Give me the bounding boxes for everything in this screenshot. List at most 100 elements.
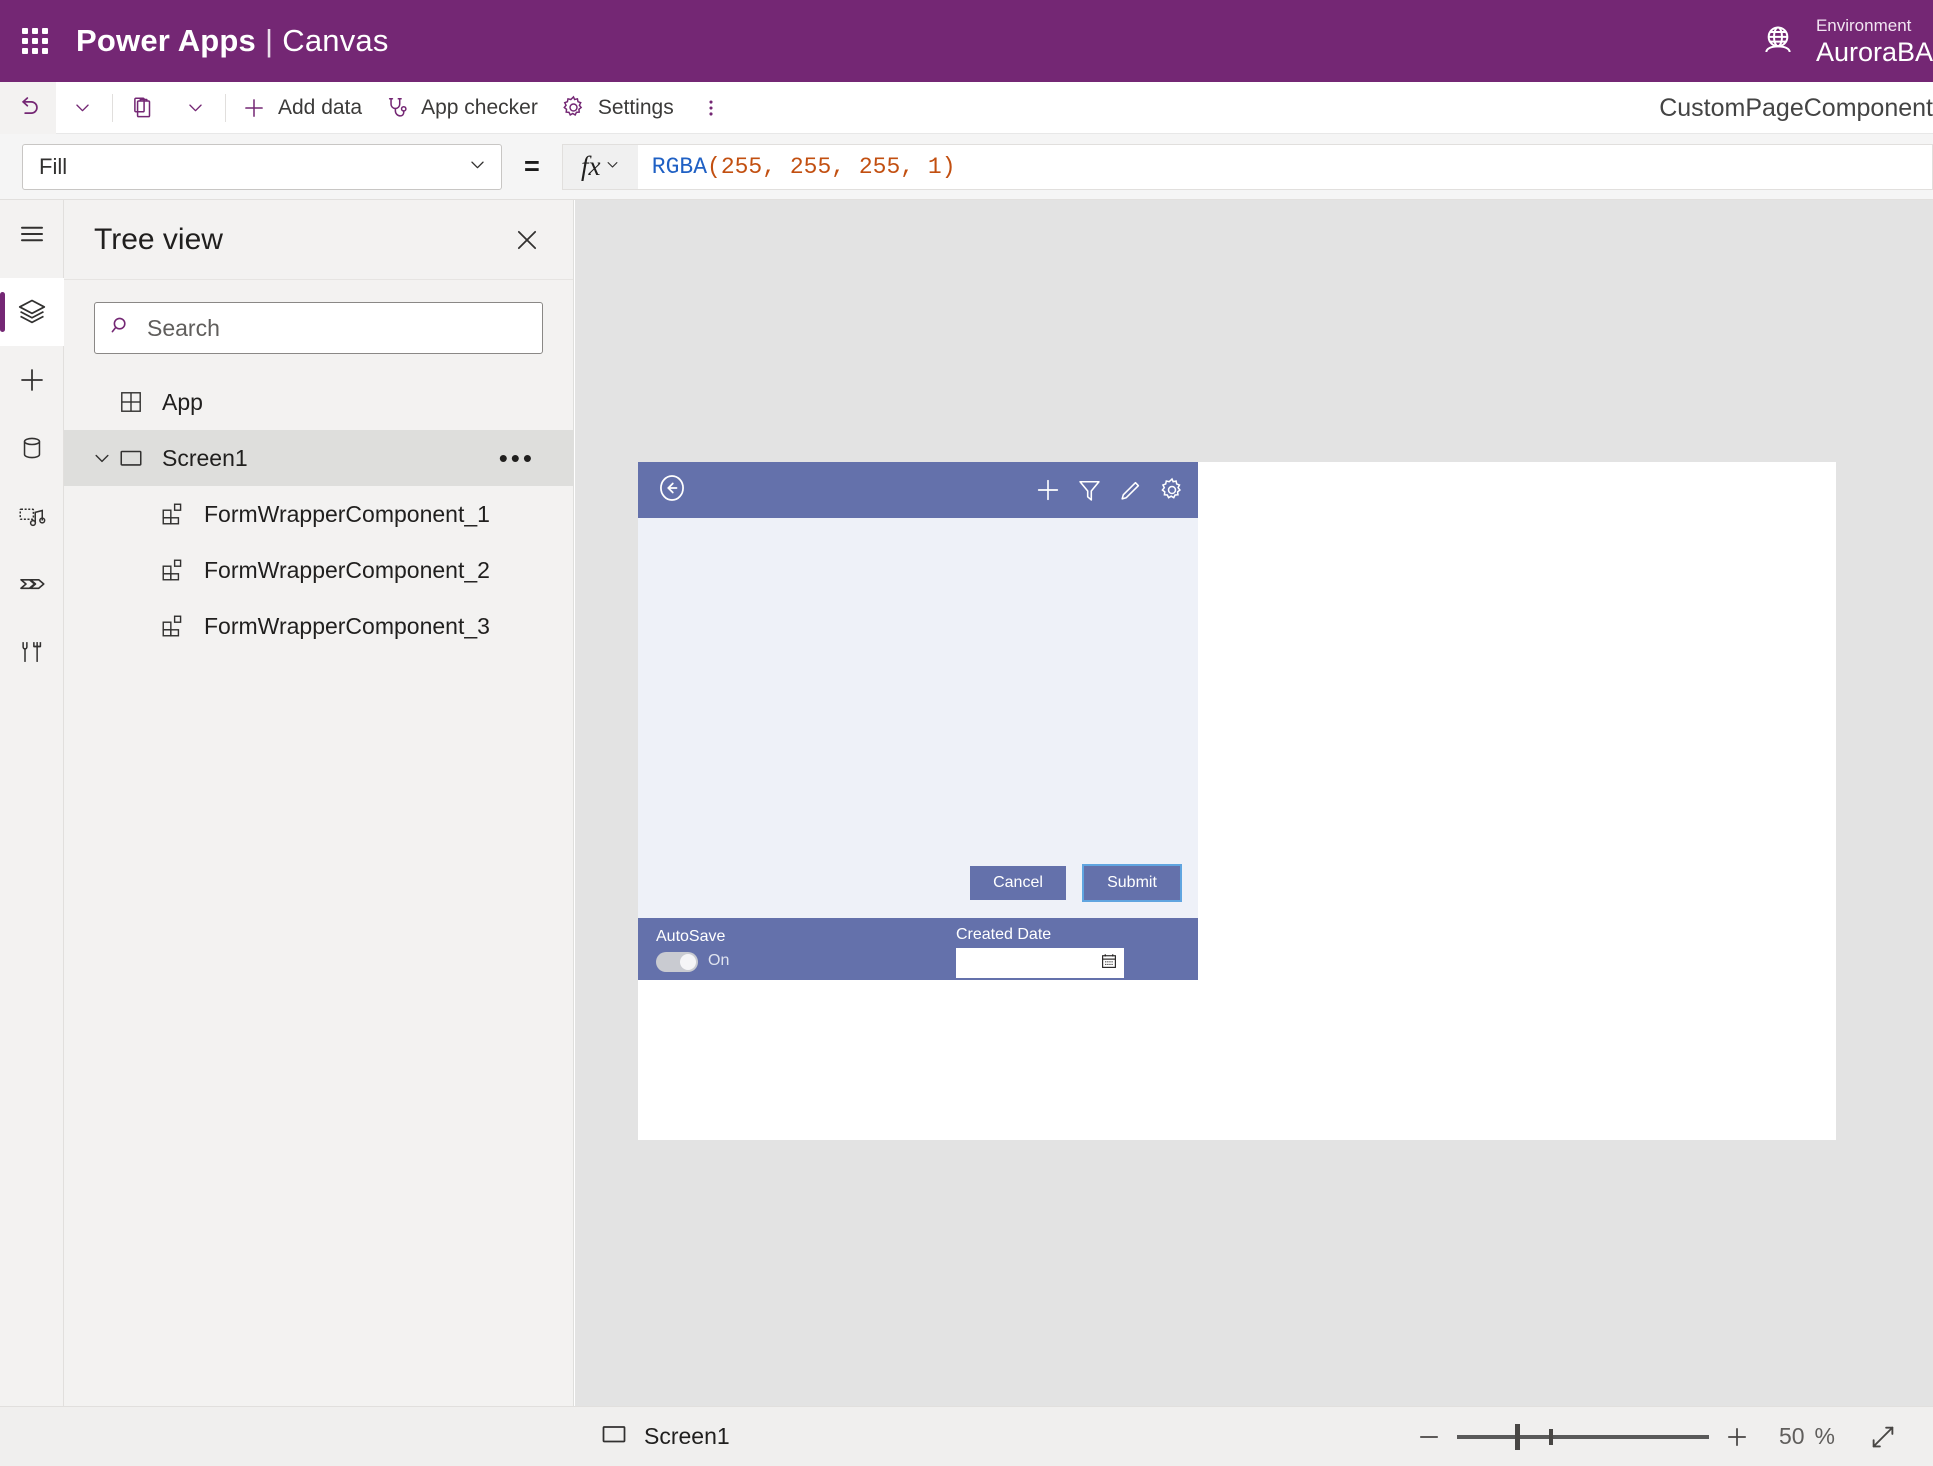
screen-canvas[interactable]: Cancel Submit AutoSave On Created Date [638,462,1836,1140]
screen-icon [118,445,152,471]
fx-insert-button[interactable]: fx [561,143,638,190]
power-automate-icon[interactable] [0,550,64,618]
autosave-label: AutoSave [656,928,726,945]
app-form-body: Cancel Submit [638,518,1198,918]
stethoscope-icon [384,95,410,121]
app-launcher-icon[interactable] [18,24,52,58]
status-screen-label: Screen1 [644,1423,730,1449]
plus-insert-icon[interactable] [0,346,64,414]
more-options-button[interactable] [685,82,737,134]
calendar-icon [1100,952,1118,975]
database-data-icon[interactable] [0,414,64,482]
add-data-label: Add data [278,95,363,119]
tree-view-title: Tree view [94,222,223,256]
screen-icon [600,1420,628,1453]
formula-bar: Fill = fx RGBA(255, 255, 255, 1) [0,134,1933,200]
product-name: Power Apps [76,23,256,58]
expand-diagonal-icon[interactable] [1855,1409,1911,1465]
settings-label: Settings [597,95,674,119]
tree-item-formwrappercomponent-2[interactable]: FormWrapperComponent_2 [64,542,573,598]
tree-item-list: App Screen1 ••• FormWrapperComponent_1 F… [64,372,573,654]
more-horizontal-icon[interactable]: ••• [499,443,535,474]
tree-view-panel: Tree view Search App Screen1 ••• FormWra… [64,200,574,1406]
tree-item-label: FormWrapperComponent_3 [204,612,490,639]
back-arrow-circle-icon[interactable] [656,472,688,509]
tree-item-screen1[interactable]: Screen1 ••• [64,430,573,486]
zoom-value: 50 [1778,1423,1805,1449]
tree-item-label: FormWrapperComponent_2 [204,556,490,583]
form-action-buttons: Cancel Submit [970,864,1182,902]
toolbar-divider [112,93,113,122]
pencil-edit-icon[interactable] [1117,477,1144,504]
tree-item-label: FormWrapperComponent_1 [204,500,490,527]
plus-icon[interactable] [1034,476,1062,504]
hamburger-menu-icon[interactable] [0,200,64,268]
zoom-slider[interactable] [1456,1409,1709,1465]
tree-item-app[interactable]: App [64,374,573,430]
component-name-display: CustomPageComponent [1659,82,1933,134]
app-topbar-actions [1034,462,1186,518]
zoom-slider-thumb[interactable] [1514,1423,1520,1450]
status-bar: Screen1 50 % [0,1406,1933,1466]
paste-options-button[interactable] [169,82,221,134]
app-type: Canvas [282,23,389,58]
formula-input[interactable]: RGBA(255, 255, 255, 1) [637,143,1933,190]
tree-item-formwrappercomponent-3[interactable]: FormWrapperComponent_3 [64,598,573,654]
property-value: Fill [39,153,68,179]
tree-item-label: Screen1 [162,444,248,471]
app-topbar [638,462,1198,518]
plus-icon [241,95,267,121]
environment-label: Environment [1815,15,1912,35]
component-icon [160,501,194,527]
cancel-button[interactable]: Cancel [970,866,1066,900]
zoom-slider-track [1456,1434,1709,1439]
media-icon[interactable] [0,482,64,550]
tree-item-label: App [162,388,203,415]
chevron-down-icon[interactable] [92,448,118,468]
fx-icon: fx [581,151,601,181]
submit-button[interactable]: Submit [1082,864,1182,902]
zoom-controls: 50 % [1401,1409,1911,1465]
undo-button[interactable] [0,81,56,134]
search-box[interactable] [94,302,543,354]
equals-sign: = [524,151,540,181]
app-icon [118,389,152,415]
autosave-toggle[interactable] [656,952,698,972]
created-date-input[interactable] [956,948,1124,978]
filter-icon[interactable] [1076,477,1103,504]
zoom-in-button[interactable] [1709,1409,1765,1465]
status-screen-selector[interactable]: Screen1 [600,1420,730,1453]
settings-button[interactable]: Settings [549,82,685,134]
app-checker-label: App checker [421,95,538,119]
tools-variables-icon[interactable] [0,618,64,686]
environment-selector[interactable]: Environment AuroraBA [1758,0,1933,82]
layers-tree-view-icon[interactable] [0,278,64,346]
paste-button[interactable] [117,82,169,134]
add-data-button[interactable]: Add data [230,82,373,134]
component-name-label: CustomPageComponent [1659,93,1933,122]
environment-name: AuroraBA [1815,36,1933,67]
close-icon[interactable] [507,220,547,260]
app-checker-button[interactable]: App checker [373,82,549,134]
brand-title: Power Apps | Canvas [76,23,389,59]
component-icon [160,557,194,583]
tree-view-header: Tree view [64,200,573,280]
zoom-out-button[interactable] [1401,1409,1457,1465]
property-dropdown[interactable]: Fill [22,143,502,190]
chevron-down-icon [605,157,620,177]
formula-function: RGBA [651,153,707,180]
autosave-state-label: On [708,952,730,969]
search-input[interactable] [147,314,528,342]
zoom-slider-tick [1548,1428,1553,1445]
undo-options-button[interactable] [56,82,108,134]
chevron-down-icon [468,154,487,180]
created-date-label: Created Date [956,926,1052,943]
formula-arg-2: 255 [858,153,901,180]
gear-settings-icon[interactable] [1158,476,1186,504]
tree-search-container [64,280,573,372]
formula-arg-0: 255 [720,153,763,180]
tree-item-formwrappercomponent-1[interactable]: FormWrapperComponent_1 [64,486,573,542]
brand-separator: | [265,23,274,58]
app-footer-bar: AutoSave On Created Date [638,918,1198,980]
canvas-workspace: Cancel Submit AutoSave On Created Date [575,200,1933,1406]
